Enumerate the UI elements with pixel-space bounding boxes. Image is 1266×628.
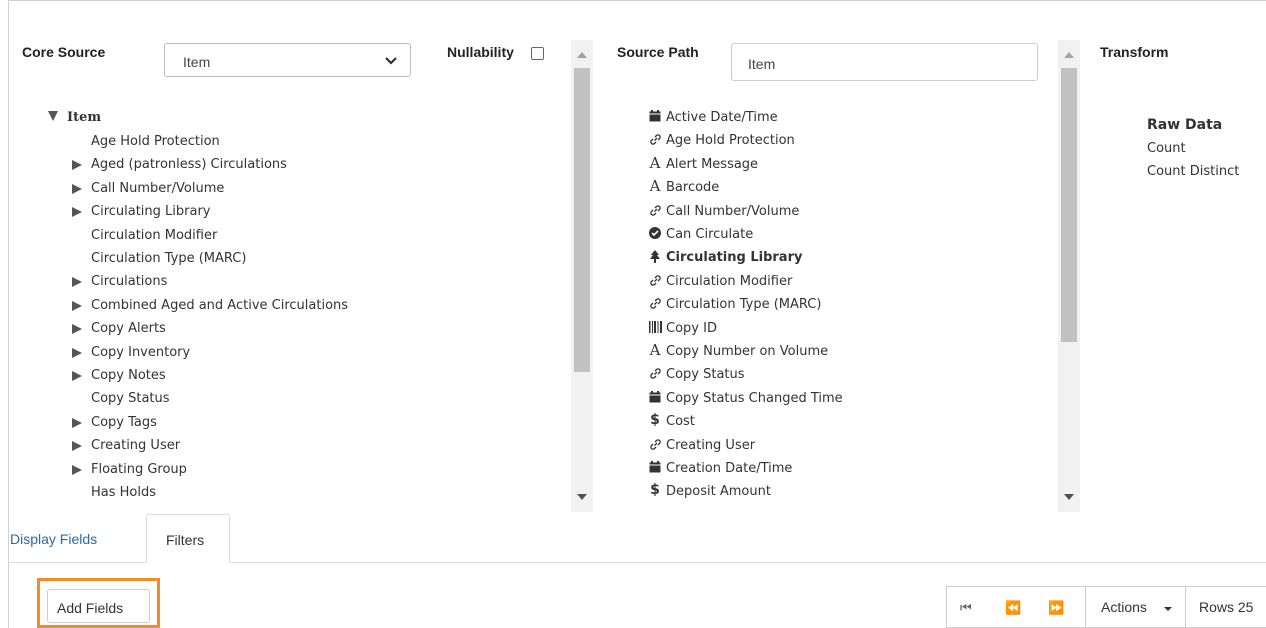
transform-label: Transform	[1100, 44, 1169, 60]
expand-triangle-icon[interactable]	[72, 441, 82, 452]
tree-item-label: Aged (patronless) Circulations	[91, 157, 287, 173]
link-icon	[648, 438, 662, 455]
previous-page-icon[interactable]: ⏪	[1005, 600, 1021, 616]
expand-triangle-icon[interactable]	[72, 347, 82, 358]
nullability-label: Nullability	[447, 44, 514, 60]
transform-count-distinct[interactable]: Count Distinct	[1147, 164, 1239, 179]
field-item-label: Circulation Modifier	[666, 273, 793, 289]
tree-item-label: Copy Inventory	[91, 344, 191, 360]
tree-item-label: Age Hold Protection	[91, 134, 220, 149]
tree-item-label: Copy Status	[91, 391, 170, 407]
field-item-label: Copy Status Changed Time	[666, 390, 843, 406]
tree-item-label: Combined Aged and Active Circulations	[91, 297, 349, 313]
transform-raw-data[interactable]: Raw Data	[1147, 117, 1222, 133]
calendar-icon	[648, 390, 662, 407]
field-item-label: Active Date/Time	[666, 110, 778, 125]
tab-display-fields[interactable]: Display Fields	[8, 514, 146, 563]
field-item-label: Creating User	[666, 437, 756, 453]
expand-triangle-icon[interactable]	[72, 324, 82, 335]
tree-item-label: Copy Notes	[91, 368, 166, 383]
source-path-label: Source Path	[617, 44, 699, 60]
tree-item-label: Call Number/Volume	[91, 180, 225, 196]
text-icon: A	[649, 177, 661, 196]
text-icon: A	[649, 153, 661, 172]
link-icon	[648, 133, 662, 150]
field-item-label: Deposit Amount	[666, 484, 771, 500]
scroll-up-icon[interactable]	[577, 52, 587, 58]
expanded-triangle-icon	[48, 111, 58, 121]
scroll-down-icon[interactable]	[577, 494, 587, 500]
field-item-label: Age Hold Protection	[666, 133, 795, 149]
add-fields-button[interactable]: Add Fields	[47, 589, 150, 623]
link-icon	[648, 297, 662, 314]
calendar-icon	[648, 110, 662, 126]
expand-triangle-icon[interactable]	[72, 371, 82, 381]
tree-item-label: Circulating Library	[91, 204, 211, 220]
field-item-label: Creation Date/Time	[666, 461, 793, 476]
expand-triangle-icon[interactable]	[72, 300, 82, 311]
add-fields-highlight: Add Fields	[37, 578, 160, 628]
core-source-label: Core Source	[22, 44, 106, 60]
expand-triangle-icon[interactable]	[72, 277, 82, 288]
field-item-label: Can Circulate	[666, 227, 754, 242]
tree-item-label: Circulation Type (MARC)	[91, 251, 247, 266]
text-icon: A	[649, 341, 661, 359]
link-icon	[648, 274, 662, 291]
field-item-label: Copy ID	[666, 320, 717, 336]
scroll-down-icon[interactable]	[1064, 494, 1074, 500]
field-item-label: Call Number/Volume	[666, 203, 800, 219]
barcode-icon	[648, 320, 662, 337]
link-icon	[648, 204, 662, 221]
next-page-icon[interactable]: ⏩	[1048, 600, 1064, 616]
core-source-select[interactable]: Item	[164, 43, 411, 77]
tree-item-label: Creating User	[91, 438, 181, 454]
tree-item-label: Has Holds	[91, 485, 157, 500]
tree-item-label: Floating Group	[91, 461, 187, 477]
chevron-down-icon	[385, 57, 397, 65]
core-source-value: Item	[183, 54, 211, 70]
calendar-icon	[648, 461, 662, 477]
tree-item-label: Copy Alerts	[91, 321, 166, 337]
actions-dropdown[interactable]: Actions	[1085, 586, 1186, 628]
expand-triangle-icon[interactable]	[72, 183, 82, 194]
dollar-icon: $	[650, 412, 660, 429]
first-page-icon[interactable]: ⏮	[960, 600, 972, 616]
expand-triangle-icon[interactable]	[72, 207, 82, 218]
expand-triangle-icon[interactable]	[72, 464, 82, 475]
field-item-label: Circulating Library	[666, 250, 803, 266]
caret-down-icon	[1164, 607, 1172, 611]
field-item-label: Barcode	[666, 180, 720, 196]
rows-per-page-dropdown[interactable]: Rows 25	[1185, 586, 1266, 628]
tree-icon	[648, 250, 662, 267]
expand-triangle-icon[interactable]	[72, 160, 82, 171]
tree-item-label: Circulation Modifier	[91, 227, 218, 243]
tree-scroll-thumb[interactable]	[574, 68, 590, 372]
expand-triangle-icon[interactable]	[72, 417, 82, 428]
dollar-icon: $	[650, 482, 660, 499]
tree-scrollbar[interactable]	[571, 40, 593, 512]
field-item-label: Copy Number on Volume	[666, 344, 829, 359]
check-circle-icon	[648, 227, 662, 243]
tree-item-label: Circulations	[91, 274, 168, 290]
tab-filters[interactable]: Filters	[146, 514, 230, 563]
field-item-label: Alert Message	[666, 156, 759, 172]
nullability-checkbox[interactable]	[531, 47, 544, 60]
field-list-scrollbar[interactable]	[1058, 40, 1080, 512]
source-path-input[interactable]: Item	[731, 43, 1038, 81]
field-item-label: Cost	[666, 414, 695, 430]
pager-group: ⏮ ⏪ ⏩	[946, 586, 1086, 628]
field-list-scroll-thumb[interactable]	[1061, 68, 1077, 342]
field-item-label: Circulation Type (MARC)	[666, 297, 822, 313]
tree-item-label: Copy Tags	[91, 414, 157, 430]
field-item-label: Copy Status	[666, 367, 745, 383]
link-icon	[648, 367, 662, 384]
scroll-up-icon[interactable]	[1064, 52, 1074, 58]
transform-count[interactable]: Count	[1147, 141, 1186, 156]
